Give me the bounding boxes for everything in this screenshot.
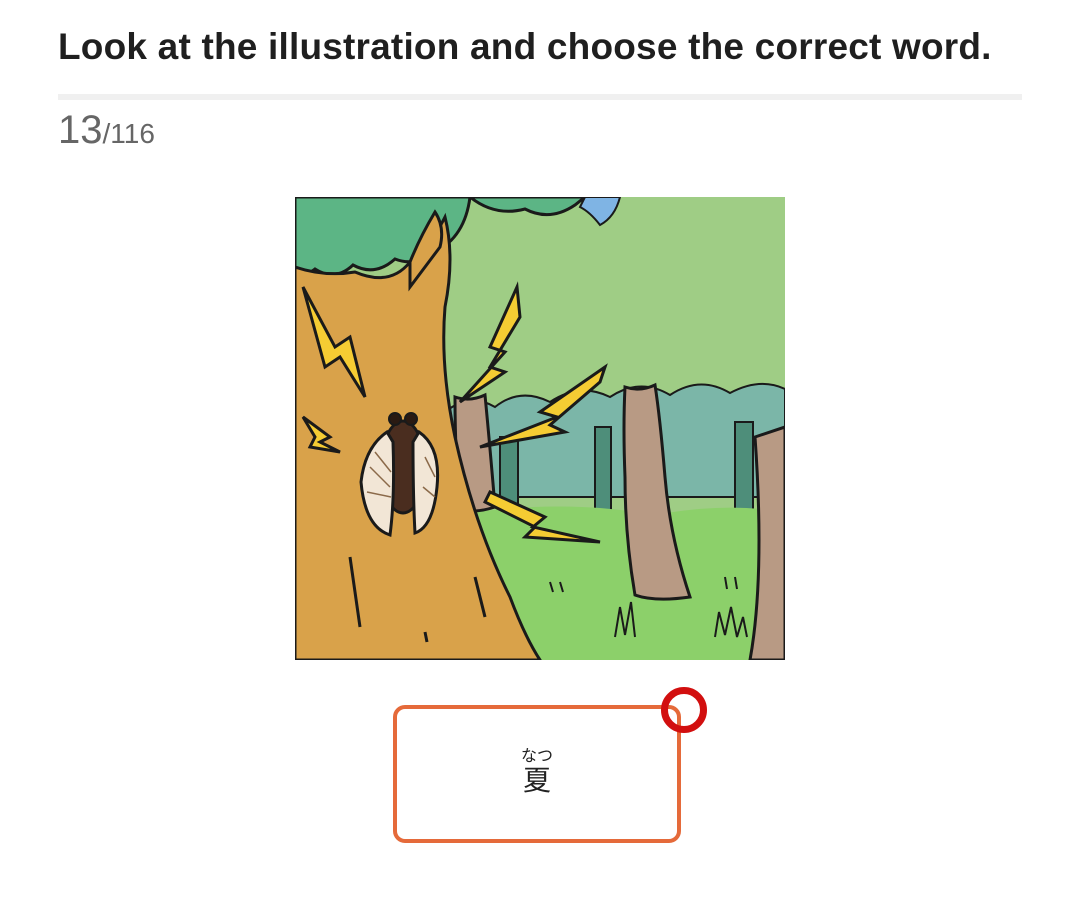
header-divider [58,94,1022,100]
tap-indicator-circle [661,687,707,733]
progress-current: 13 [58,108,103,152]
progress-total: 116 [110,118,155,149]
question-illustration [295,197,785,660]
instruction-heading: Look at the illustration and choose the … [58,26,992,67]
answer-word: なつ 夏 [397,747,677,797]
answer-option-button[interactable]: なつ 夏 [393,705,681,843]
question-progress: 13/116 [58,108,155,153]
answer-furigana: なつ [520,746,553,765]
answer-kanji: 夏 [522,764,551,797]
